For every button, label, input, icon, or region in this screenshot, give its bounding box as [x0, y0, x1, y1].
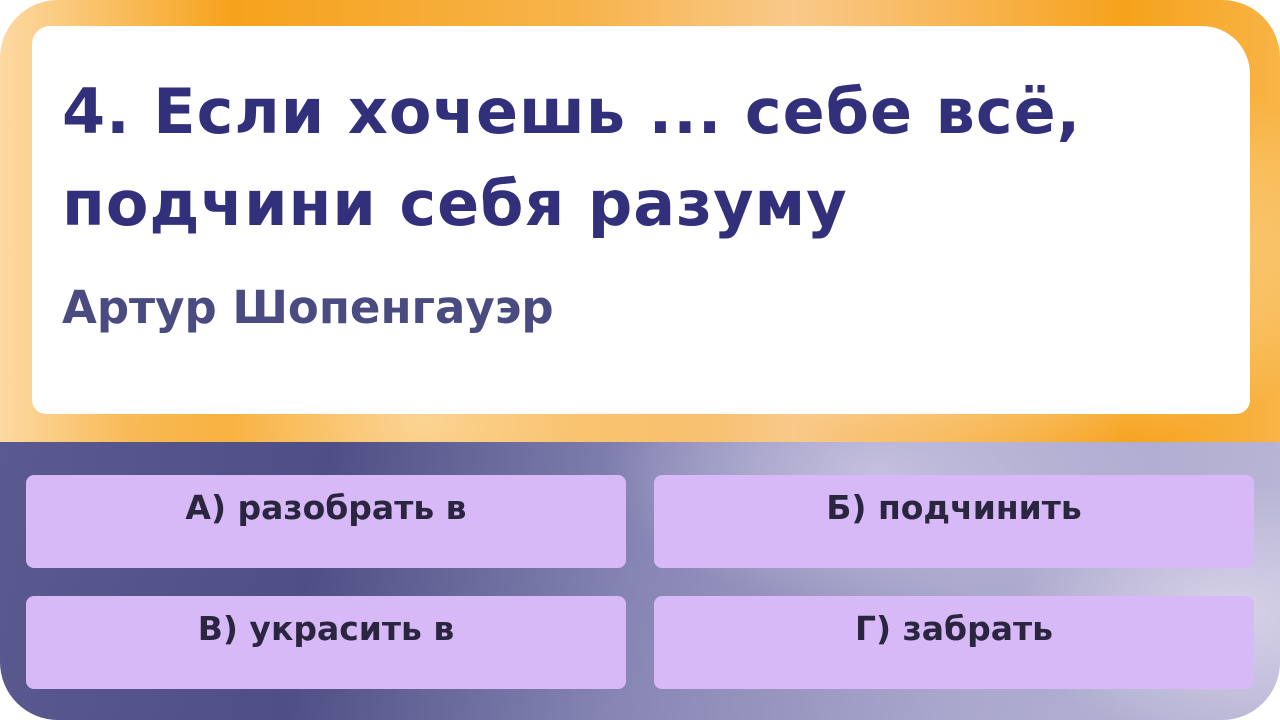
answer-option-c-label: В) украсить в — [197, 609, 455, 648]
answer-option-d-label: Г) забрать — [855, 609, 1053, 648]
question-card: 4. Если хочешь ... себе всё, подчини себ… — [32, 26, 1250, 414]
answer-option-a[interactable]: А) разобрать в — [26, 475, 626, 568]
answer-option-b-label: Б) подчинить — [826, 488, 1082, 527]
question-text: 4. Если хочешь ... себе всё, подчини себ… — [62, 66, 1222, 250]
question-line-2: подчини себя разуму — [62, 167, 848, 240]
answer-option-d[interactable]: Г) забрать — [654, 596, 1254, 689]
question-number: 4. — [62, 75, 131, 148]
answer-option-c[interactable]: В) украсить в — [26, 596, 626, 689]
answer-option-b[interactable]: Б) подчинить — [654, 475, 1254, 568]
quiz-slide: 4. Если хочешь ... себе всё, подчини себ… — [0, 0, 1280, 720]
answer-option-a-label: А) разобрать в — [185, 488, 467, 527]
quote-author: Артур Шопенгауэр — [62, 281, 554, 334]
question-line-1: Если хочешь ... себе всё, — [153, 75, 1082, 148]
